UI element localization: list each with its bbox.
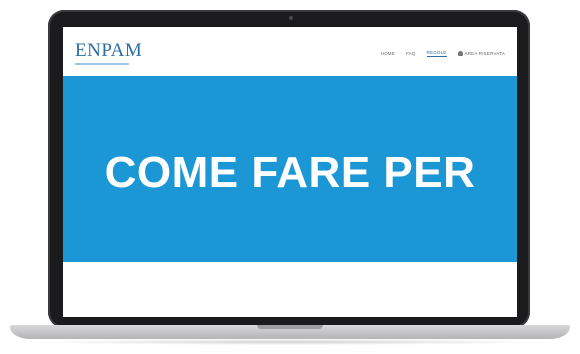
nav-area-riservata[interactable]: AREA RISERVATA: [457, 50, 505, 57]
nav-area-riservata-label: AREA RISERVATA: [464, 50, 505, 56]
nav-faq[interactable]: FAQ: [406, 50, 416, 57]
logo-underline: [75, 63, 129, 65]
nav-home[interactable]: HOME: [381, 50, 395, 57]
enpam-logo[interactable]: ENPAM: [75, 40, 143, 65]
laptop-shadow: [30, 339, 550, 345]
nav-regole[interactable]: REGOLE: [426, 49, 447, 57]
laptop: ENPAM HOME FAQ REGOLE AREA RISERVATA COM…: [0, 0, 580, 354]
user-icon: [457, 50, 463, 56]
banner-title: COME FARE PER: [104, 148, 476, 197]
hero-banner: COME FARE PER: [63, 76, 517, 262]
logo-text: ENPAM: [75, 40, 143, 61]
content-area: [63, 262, 517, 317]
site-header: ENPAM HOME FAQ REGOLE AREA RISERVATA: [63, 27, 517, 75]
laptop-notch: [257, 325, 323, 329]
main-nav: HOME FAQ REGOLE AREA RISERVATA: [381, 49, 505, 57]
webcam: [289, 16, 293, 20]
laptop-screen: ENPAM HOME FAQ REGOLE AREA RISERVATA COM…: [63, 27, 517, 317]
